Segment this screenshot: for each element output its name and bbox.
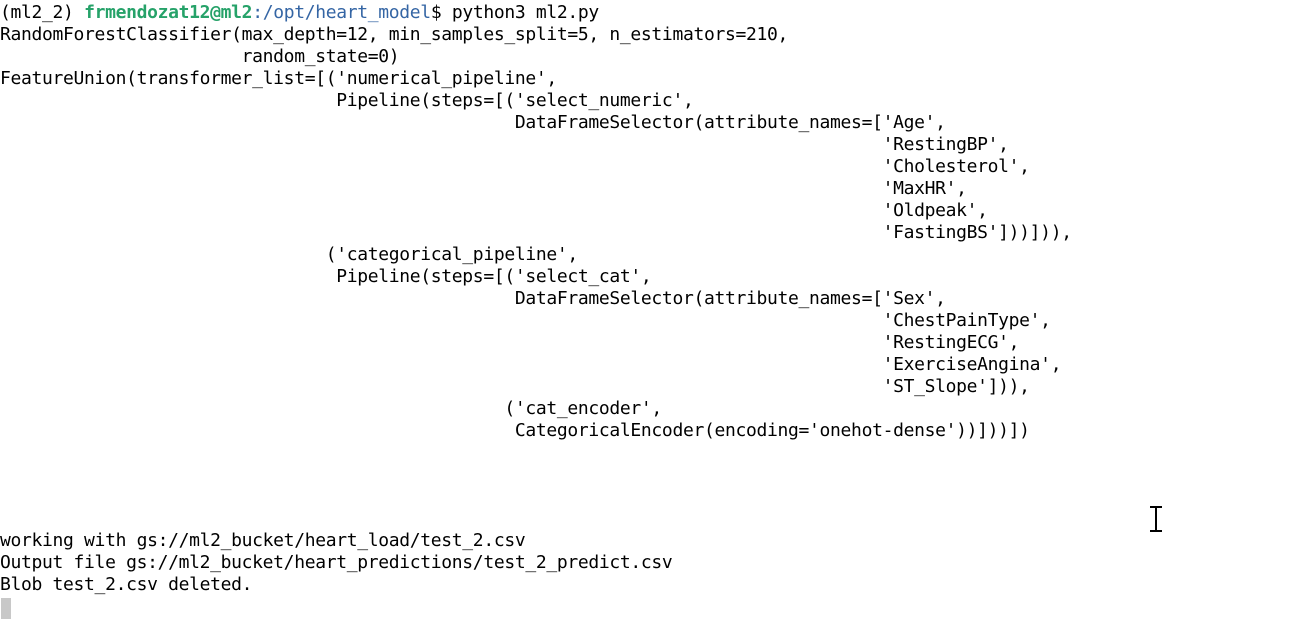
block-cursor-icon (1, 598, 11, 619)
prompt-env: (ml2_2) (0, 2, 85, 23)
status-line: working with gs://ml2_bucket/heart_load/… (0, 530, 526, 551)
output-line: 'Oldpeak', (0, 200, 988, 221)
output-line: 'Cholesterol', (0, 156, 1030, 177)
output-line: 'RestingBP', (0, 134, 1009, 155)
output-line: ('cat_encoder', (0, 398, 662, 419)
output-line: FeatureUnion(transformer_list=[('numeric… (0, 68, 557, 89)
status-line: Blob test_2.csv deleted. (0, 574, 253, 595)
prompt-user-host: frmendozat12@ml2 (84, 2, 253, 23)
terminal-window[interactable]: (ml2_2) frmendozat12@ml2:/opt/heart_mode… (0, 0, 1293, 631)
output-line: DataFrameSelector(attribute_names=['Sex'… (0, 288, 946, 309)
output-line: random_state=0) (0, 46, 400, 67)
prompt-symbol: $ (430, 2, 452, 23)
output-line: DataFrameSelector(attribute_names=['Age'… (0, 112, 946, 133)
output-line: RandomForestClassifier(max_depth=12, min… (0, 24, 789, 45)
output-line: CategoricalEncoder(encoding='onehot-dens… (0, 420, 1030, 441)
output-line: 'FastingBS']))])), (0, 222, 1072, 243)
output-line: Pipeline(steps=[('select_numeric', (0, 90, 694, 111)
output-line: 'MaxHR', (0, 178, 967, 199)
output-line: 'ExerciseAngina', (0, 354, 1062, 375)
prompt-command: python3 ml2.py (451, 2, 599, 23)
prompt-line: (ml2_2) frmendozat12@ml2:/opt/heart_mode… (0, 2, 599, 24)
output-line: 'ST_Slope'])), (0, 376, 1030, 397)
output-line: 'ChestPainType', (0, 310, 1051, 331)
output-line: 'RestingECG', (0, 332, 1020, 353)
prompt-path: :/opt/heart_model (252, 2, 431, 23)
text-ibeam-icon (1149, 506, 1163, 532)
status-line: Output file gs://ml2_bucket/heart_predic… (0, 552, 673, 573)
output-line: Pipeline(steps=[('select_cat', (0, 266, 652, 287)
output-line: ('categorical_pipeline', (0, 244, 579, 265)
